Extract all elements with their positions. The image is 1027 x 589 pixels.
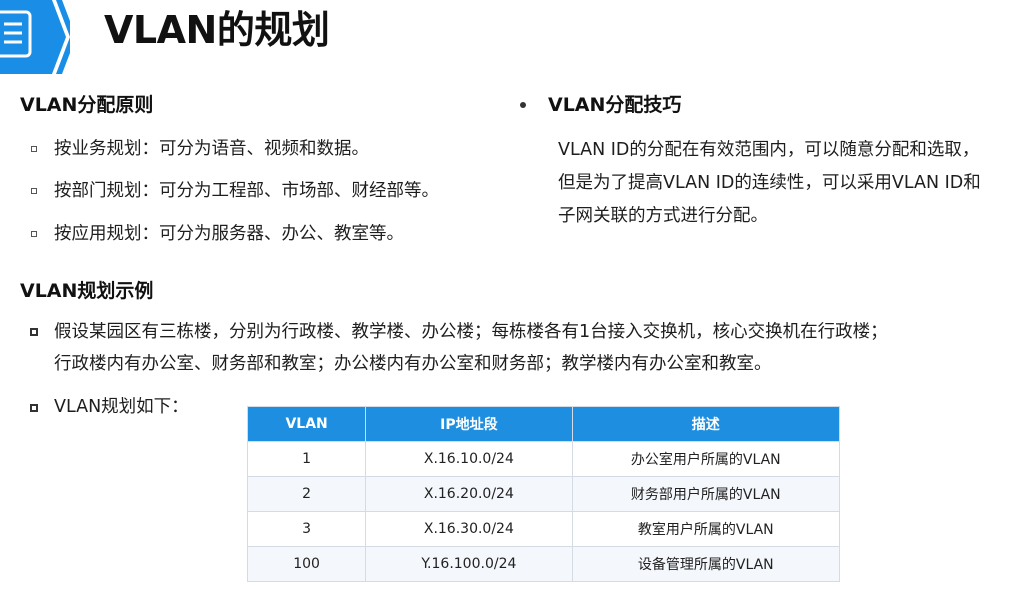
tips-line: VLAN ID的分配在有效范围内，可以随意分配和选取，	[558, 140, 980, 160]
principle-item: 按部门规划：可分为工程部、市场部、财经部等。	[54, 181, 439, 201]
cell-ip: Y.16.100.0/24	[365, 546, 573, 582]
table-row: 3 X.16.30.0/24 教室用户所属的VLAN	[246, 511, 841, 547]
tips-line: 但是为了提高VLAN ID的连续性，可以采用VLAN ID和	[558, 173, 981, 193]
table-row: 1 X.16.10.0/24 办公室用户所属的VLAN	[246, 441, 841, 477]
bullet-marker	[30, 328, 38, 336]
bullet-marker	[30, 404, 38, 412]
cell-vlan: 3	[246, 511, 367, 547]
cell-desc: 设备管理所属的VLAN	[571, 546, 841, 582]
plan-label: VLAN规划如下：	[54, 397, 189, 417]
tips-line: 子网关联的方式进行分配。	[558, 206, 768, 226]
table-header-row: VLAN IP地址段 描述	[246, 406, 841, 442]
tips-heading: VLAN分配技巧	[548, 94, 682, 116]
table-row: 2 X.16.20.0/24 财务部用户所属的VLAN	[246, 476, 841, 512]
bullet-dot	[520, 102, 526, 108]
cell-vlan: 2	[246, 476, 367, 512]
cell-vlan: 1	[246, 441, 367, 477]
cell-vlan: 100	[246, 546, 367, 582]
bullet-marker	[31, 231, 37, 237]
principle-item: 按业务规划：可分为语音、视频和数据。	[54, 139, 369, 159]
example-heading: VLAN规划示例	[20, 280, 154, 302]
header-desc: 描述	[571, 406, 841, 442]
cell-desc: 教室用户所属的VLAN	[571, 511, 841, 547]
cell-ip: X.16.30.0/24	[365, 511, 573, 547]
header-vlan: VLAN	[246, 406, 367, 442]
cell-ip: X.16.10.0/24	[365, 441, 573, 477]
example-line: 假设某园区有三栋楼，分别为行政楼、教学楼、办公楼；每栋楼各有1台接入交换机，核心…	[54, 322, 888, 342]
table-row: 100 Y.16.100.0/24 设备管理所属的VLAN	[246, 546, 841, 582]
cell-ip: X.16.20.0/24	[365, 476, 573, 512]
header-ip: IP地址段	[365, 406, 573, 442]
bullet-marker	[31, 188, 37, 194]
document-list-icon	[0, 0, 70, 74]
principles-heading: VLAN分配原则	[20, 94, 154, 116]
tips-paragraph: VLAN ID的分配在有效范围内，可以随意分配和选取， 但是为了提高VLAN I…	[558, 134, 1018, 233]
page-title: VLAN的规划	[104, 8, 330, 52]
principle-item: 按应用规划：可分为服务器、办公、教室等。	[54, 224, 404, 244]
cell-desc: 财务部用户所属的VLAN	[571, 476, 841, 512]
vlan-table: VLAN IP地址段 描述 1 X.16.10.0/24 办公室用户所属的VLA…	[246, 406, 841, 582]
example-line: 行政楼内有办公室、财务部和教室；办公楼内有办公室和财务部；教学楼内有办公室和教室…	[54, 354, 772, 374]
cell-desc: 办公室用户所属的VLAN	[571, 441, 841, 477]
bullet-marker	[31, 146, 37, 152]
